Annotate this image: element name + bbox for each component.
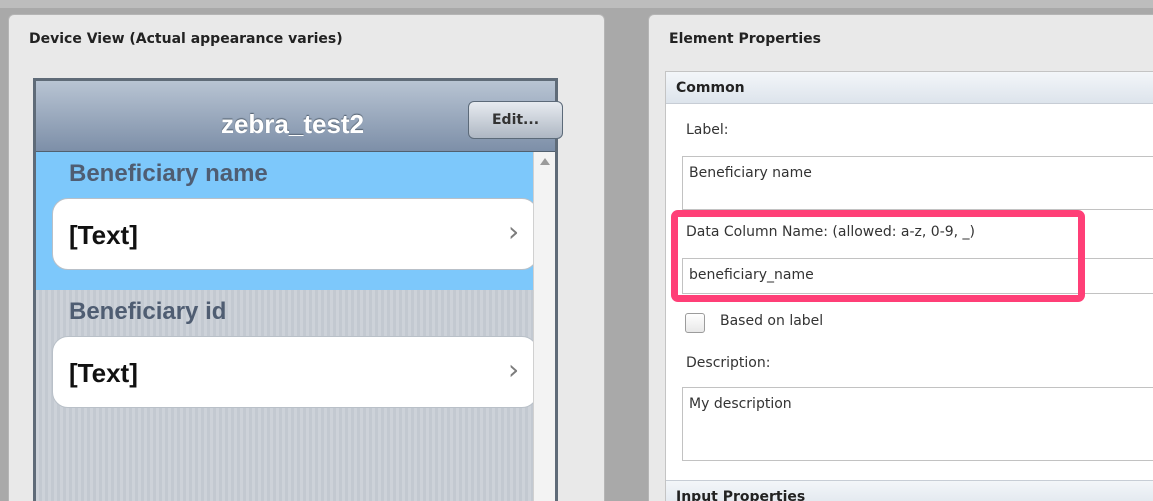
field-card[interactable]: [Text] › — [52, 198, 538, 270]
section-input-header[interactable]: Input Properties — [666, 480, 1153, 501]
field-value: [Text] — [69, 358, 138, 388]
field-block-beneficiary-id[interactable]: Beneficiary id [Text] › — [36, 290, 538, 428]
highlight-box — [671, 210, 1085, 302]
edit-button[interactable]: Edit... — [468, 101, 563, 139]
top-strip — [0, 0, 1153, 8]
chevron-right-icon: › — [508, 215, 520, 248]
scroll-up-icon[interactable] — [540, 158, 550, 165]
device-body: Beneficiary name [Text] › Beneficiary id… — [36, 152, 555, 501]
field-card[interactable]: [Text] › — [52, 336, 538, 408]
field-label: Beneficiary id — [69, 298, 227, 325]
based-on-label-caption: Based on label — [720, 313, 824, 329]
device-view-panel: Device View (Actual appearance varies) z… — [8, 14, 605, 501]
field-label: Beneficiary name — [69, 160, 268, 187]
device-frame: zebra_test2 Edit... Beneficiary name [Te… — [33, 78, 563, 501]
field-value: [Text] — [69, 220, 138, 250]
element-properties-panel: Element Properties Common Label: Benefic… — [648, 14, 1153, 501]
description-field[interactable]: My description — [682, 387, 1153, 461]
device-scrollbar[interactable] — [533, 152, 555, 501]
based-on-label-checkbox[interactable] — [685, 313, 705, 333]
label-field[interactable]: Beneficiary name — [682, 156, 1153, 210]
field-block-beneficiary-name[interactable]: Beneficiary name [Text] › — [36, 152, 538, 290]
chevron-right-icon: › — [508, 353, 520, 386]
section-common-header[interactable]: Common — [666, 72, 1153, 104]
device-view-title: Device View (Actual appearance varies) — [29, 31, 343, 47]
description-caption: Description: — [686, 355, 771, 371]
label-caption: Label: — [686, 122, 729, 138]
element-properties-title: Element Properties — [669, 31, 821, 47]
